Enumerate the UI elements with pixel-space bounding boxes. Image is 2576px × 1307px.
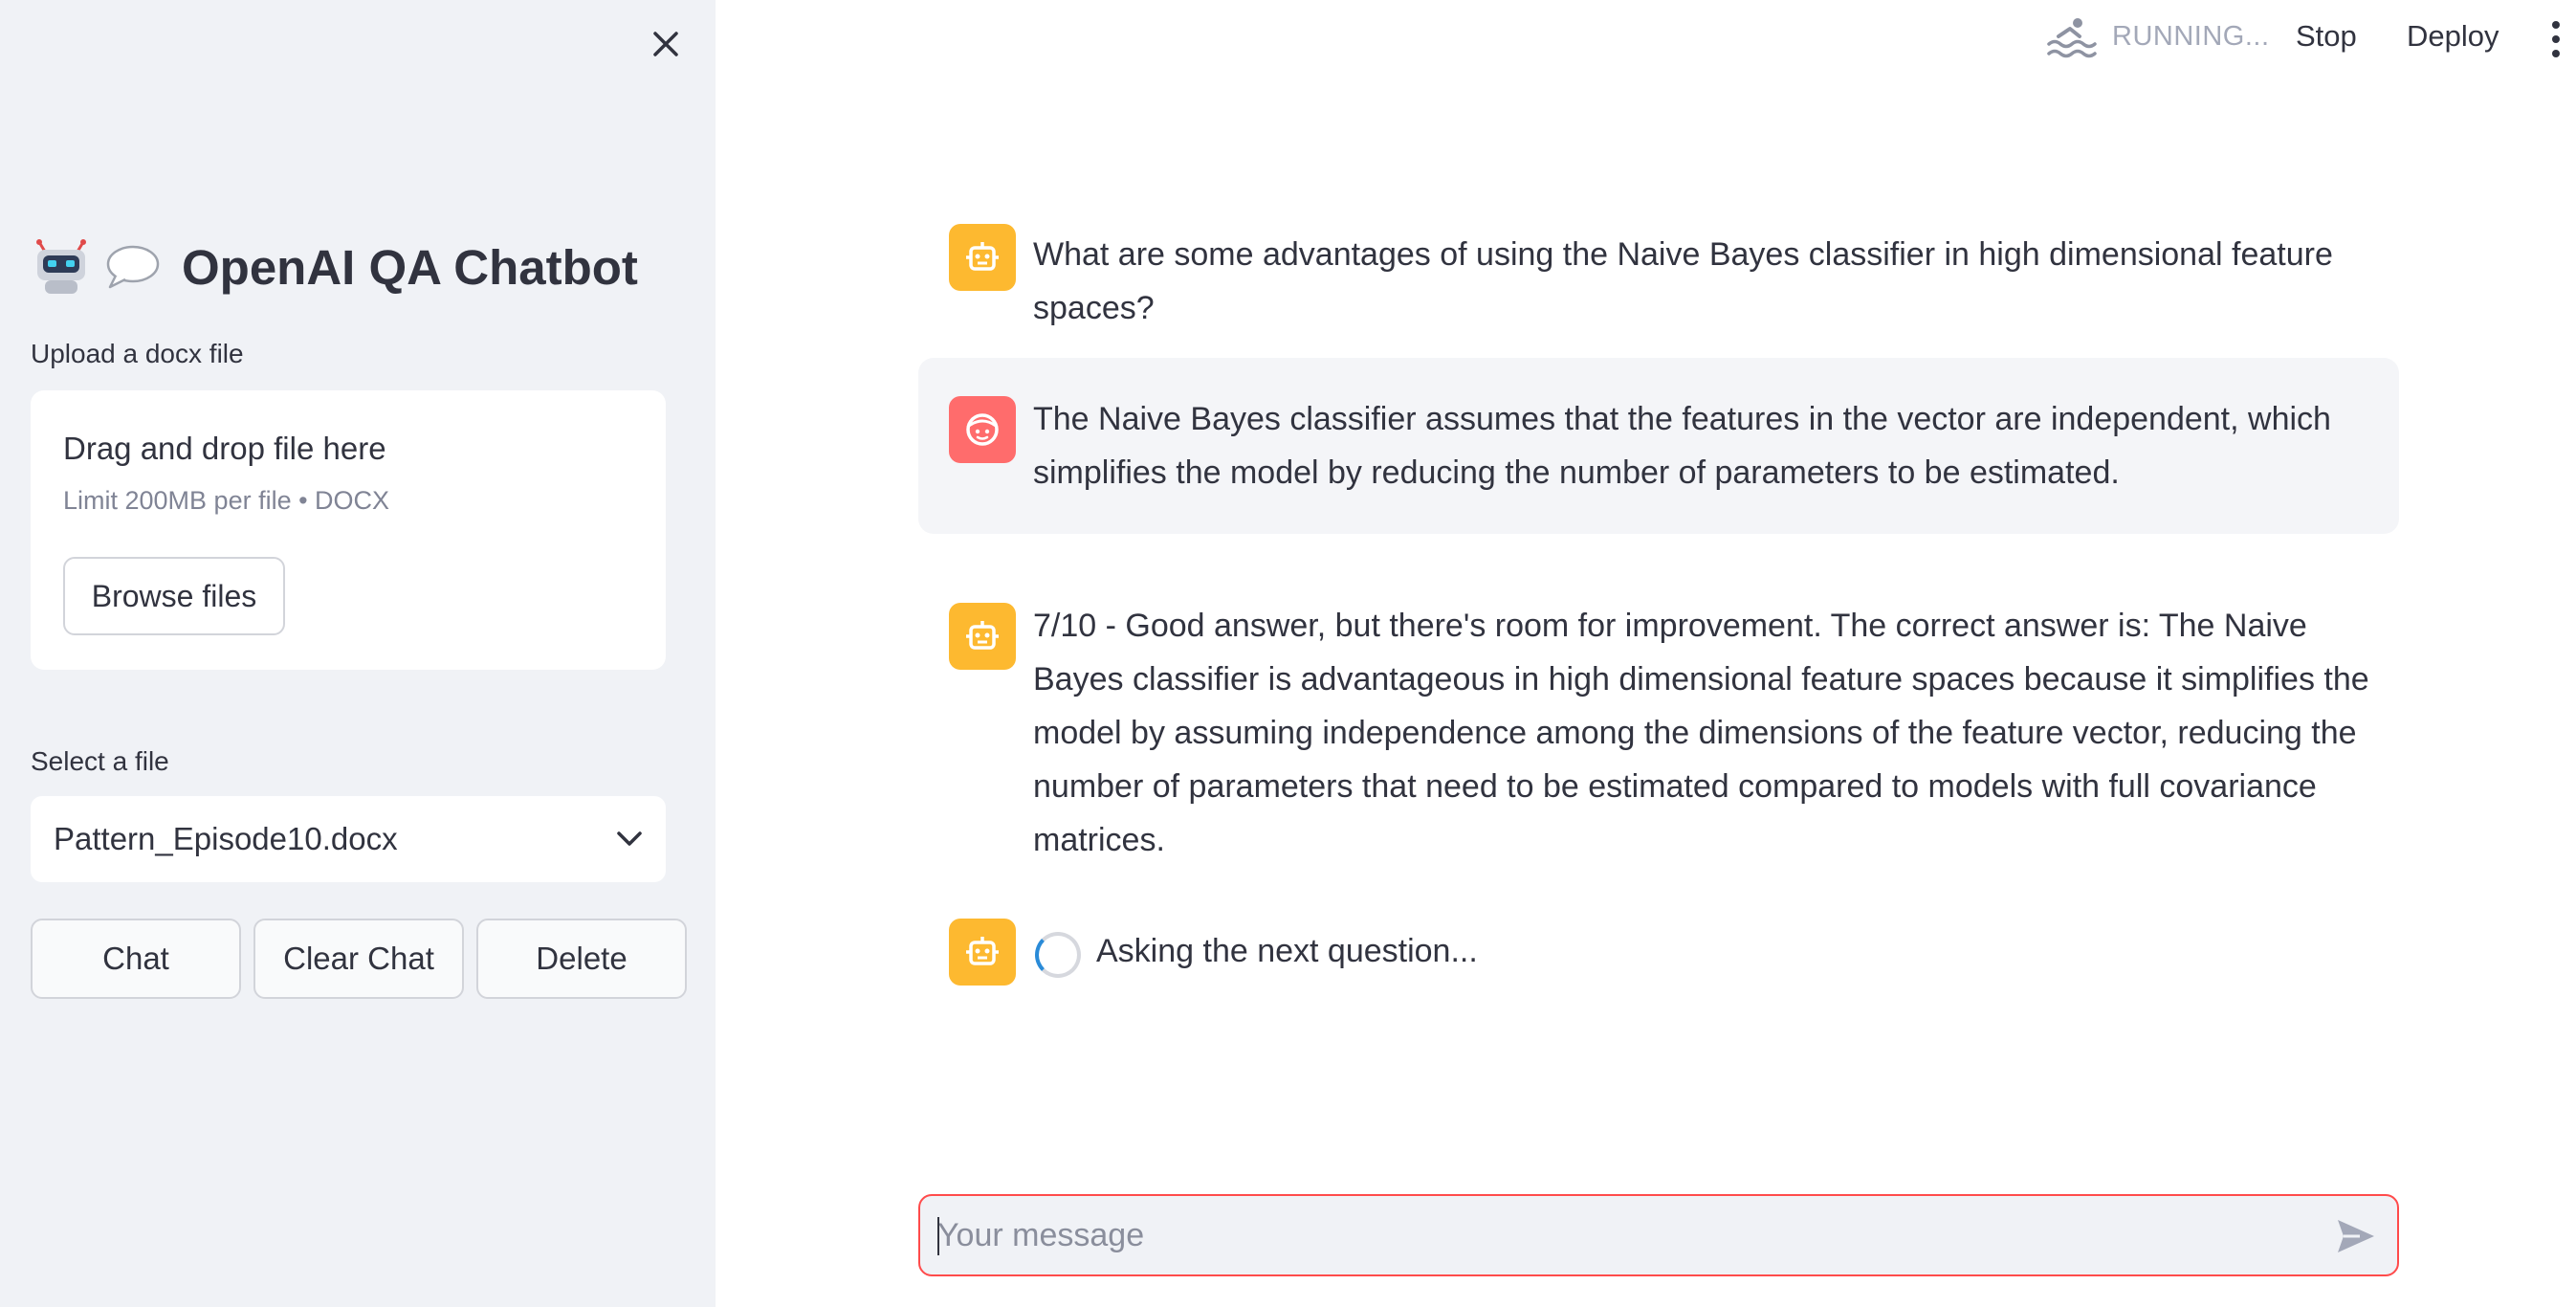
message-text: Asking the next question... [1096,933,1478,969]
send-button[interactable] [2334,1215,2378,1257]
sidebar: OpenAI QA Chatbot Upload a docx file Dra… [0,0,716,1307]
file-select[interactable]: Pattern_Episode10.docx [31,796,666,882]
speech-bubble-icon [103,238,161,296]
select-file-label: Select a file [31,746,169,776]
text-caret [937,1217,939,1255]
app-window: OpenAI QA Chatbot Upload a docx file Dra… [0,0,2576,1307]
chevron-down-icon [617,831,642,846]
loading-spinner-icon [1035,932,1081,978]
menu-dot [2552,21,2560,29]
dropzone-title: Drag and drop file here [63,431,386,466]
close-icon[interactable] [651,30,680,58]
message-text: 7/10 - Good answer, but there's room for… [1033,608,2369,858]
bot-avatar-icon [949,224,1016,291]
file-select-value: Pattern_Episode10.docx [54,821,398,856]
clear-chat-button[interactable]: Clear Chat [253,919,464,999]
chat-message-input[interactable] [937,1196,2296,1274]
robot-emoji-icon [33,238,90,296]
chat-message-assistant: 7/10 - Good answer, but there's room for… [918,603,2399,858]
chat-message-assistant: What are some advantages of using the Na… [918,222,2399,326]
delete-button[interactable]: Delete [476,919,687,999]
running-status: RUNNING... [2112,21,2270,52]
file-dropzone[interactable]: Drag and drop file here Limit 200MB per … [31,390,666,670]
browse-files-button[interactable]: Browse files [63,557,285,635]
sidebar-title: OpenAI QA Chatbot [33,233,638,300]
send-icon[interactable] [2335,1217,2377,1255]
message-text: What are some advantages of using the Na… [1033,236,2333,326]
menu-dot [2552,50,2560,57]
kebab-menu-icon[interactable] [2544,17,2567,61]
message-text: The Naive Bayes classifier assumes that … [1033,401,2331,491]
chat-input-container [918,1194,2399,1276]
upload-label: Upload a docx file [31,339,244,368]
menu-dot [2552,35,2560,43]
running-swimmer-icon [2047,18,2097,58]
chat-message-assistant: Asking the next question... [918,919,2399,987]
app-title: OpenAI QA Chatbot [182,239,638,295]
bot-avatar-icon [949,603,1016,670]
top-toolbar: RUNNING... Stop Deploy [716,0,2576,77]
deploy-button[interactable]: Deploy [2407,19,2499,54]
dropzone-limit: Limit 200MB per file • DOCX [63,486,390,515]
stop-button[interactable]: Stop [2296,19,2357,54]
bot-avatar-icon [949,919,1016,986]
close-sidebar-button[interactable] [643,21,689,67]
chat-message-user: The Naive Bayes classifier assumes that … [918,358,2399,534]
chat-button[interactable]: Chat [31,919,241,999]
user-avatar-icon [949,396,1016,463]
